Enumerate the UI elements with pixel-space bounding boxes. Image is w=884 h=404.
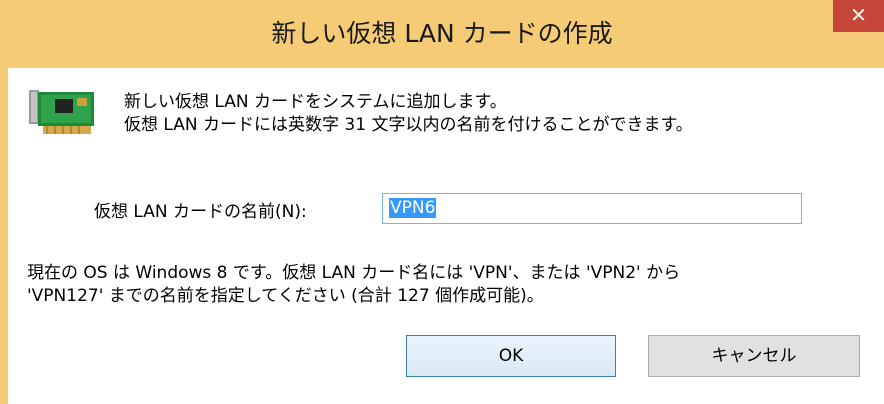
window-frame-left bbox=[0, 68, 8, 404]
intro-line-1: 新しい仮想 LAN カードをシステムに追加します。 bbox=[124, 92, 507, 112]
title-bar[interactable]: 新しい仮想 LAN カードの作成 bbox=[0, 0, 884, 68]
close-icon: ✕ bbox=[850, 3, 867, 27]
dialog-title: 新しい仮想 LAN カードの作成 bbox=[271, 19, 613, 48]
card-bracket-highlight bbox=[31, 92, 37, 122]
close-button[interactable]: ✕ bbox=[833, 0, 884, 32]
cancel-button[interactable]: キャンセル bbox=[648, 335, 860, 377]
card-name-input[interactable]: VPN6 bbox=[382, 193, 802, 224]
intro-text: 新しい仮想 LAN カードをシステムに追加します。 仮想 LAN カードには英数… bbox=[124, 91, 693, 137]
os-info-line-2: 'VPN127' までの名前を指定してください (合計 127 個作成可能)。 bbox=[27, 286, 544, 306]
card-name-value: VPN6 bbox=[389, 198, 437, 218]
card-name-label: 仮想 LAN カードの名前(N): bbox=[94, 202, 307, 222]
os-info-line-1: 現在の OS は Windows 8 です。仮想 LAN カード名には 'VPN… bbox=[27, 263, 681, 283]
os-info-text: 現在の OS は Windows 8 です。仮想 LAN カード名には 'VPN… bbox=[27, 262, 680, 308]
card-connector bbox=[43, 126, 91, 134]
card-component bbox=[77, 98, 87, 106]
intro-line-2: 仮想 LAN カードには英数字 31 文字以内の名前を付けることができます。 bbox=[124, 115, 693, 135]
dialog-window: 新しい仮想 LAN カードの作成 ✕ 新しい仮想 LAN カードをシステムに追加… bbox=[0, 0, 884, 404]
ok-button[interactable]: OK bbox=[406, 335, 616, 377]
network-card-icon bbox=[29, 90, 94, 134]
card-chip bbox=[55, 99, 73, 113]
